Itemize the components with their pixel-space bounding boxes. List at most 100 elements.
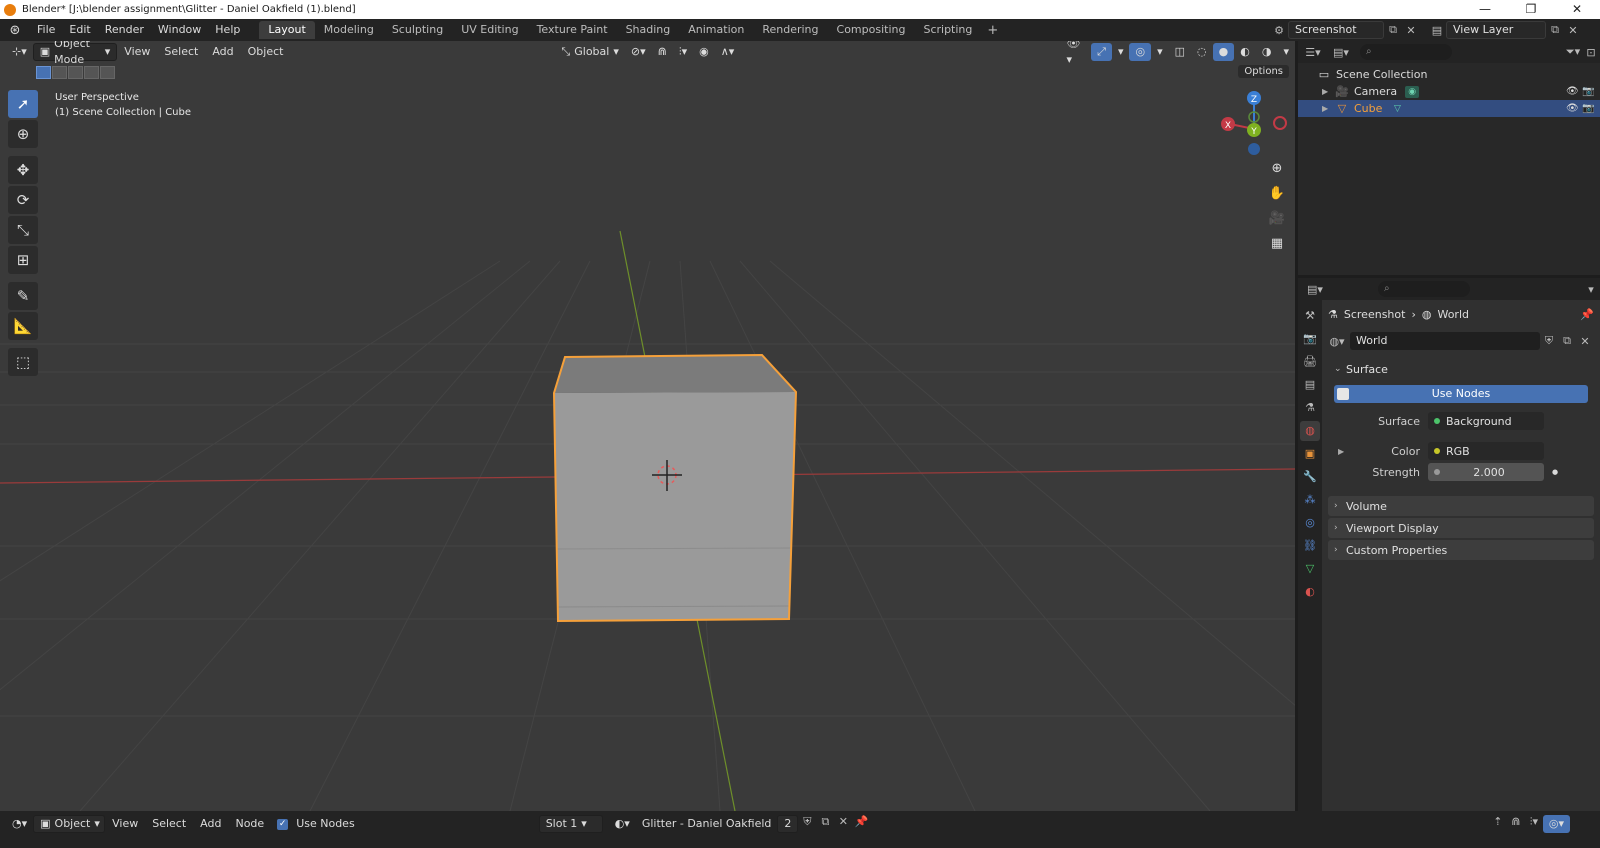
volume-panel-header[interactable]: › Volume	[1328, 496, 1594, 516]
blender-menu-icon[interactable]: ⊛	[0, 23, 30, 38]
keyframe-dot-icon[interactable]: ●	[1552, 468, 1558, 476]
material-browse-icon[interactable]: ◐▾	[609, 815, 636, 833]
expand-arrow-icon[interactable]: ▶	[1338, 447, 1344, 456]
chevron-down-icon[interactable]: ▾	[1582, 283, 1600, 296]
snap-dropdown[interactable]: ⫶▾	[673, 43, 693, 61]
visibility-dropdown[interactable]: 👁▾	[1061, 41, 1092, 66]
scene-icon[interactable]: ⚙	[1270, 24, 1288, 37]
cursor-tool[interactable]: ⊕	[8, 120, 38, 148]
viewport-menu-add[interactable]: Add	[205, 43, 240, 61]
select-invert-icon[interactable]	[84, 66, 99, 79]
view-layer-remove-icon[interactable]: ✕	[1564, 24, 1582, 37]
eye-icon[interactable]: 👁	[1566, 103, 1579, 114]
editor-type-icon[interactable]: ⊹▾	[6, 43, 33, 61]
scene-tab-icon[interactable]: ⚗	[1300, 398, 1320, 418]
rotate-tool[interactable]: ⟳	[8, 186, 38, 214]
outliner-root[interactable]: ▭ Scene Collection	[1298, 66, 1600, 83]
orientation-dropdown[interactable]: ⤡ Global ▾	[555, 43, 624, 61]
properties-editor-icon[interactable]: ▤▾	[1306, 283, 1324, 296]
tab-uv-editing[interactable]: UV Editing	[452, 21, 527, 39]
data-tab-icon[interactable]: ▽	[1300, 559, 1320, 579]
output-tab-icon[interactable]: 🖨	[1300, 352, 1320, 372]
menu-edit[interactable]: Edit	[62, 19, 97, 41]
select-intersect-icon[interactable]	[100, 66, 115, 79]
tab-animation[interactable]: Animation	[679, 21, 753, 39]
strength-field[interactable]: 2.000	[1428, 463, 1544, 481]
material-users-count[interactable]: 2	[777, 815, 799, 833]
move-tool[interactable]: ✥	[8, 156, 38, 184]
tab-modeling[interactable]: Modeling	[315, 21, 383, 39]
zoom-icon[interactable]: ⊕	[1266, 158, 1288, 180]
select-extend-icon[interactable]	[52, 66, 67, 79]
pivot-dropdown[interactable]: ⊘▾	[625, 43, 652, 61]
menu-render[interactable]: Render	[98, 19, 151, 41]
options-dropdown[interactable]: Options	[1238, 65, 1289, 78]
outliner-item-cube[interactable]: ▶ ▽ Cube ▽ 👁 📷	[1298, 100, 1600, 117]
unlink-icon[interactable]: ✕	[1576, 335, 1594, 348]
expand-arrow-icon[interactable]: ▶	[1322, 87, 1334, 96]
mesh-data-icon[interactable]: ▽	[1390, 103, 1404, 115]
tab-sculpting[interactable]: Sculpting	[383, 21, 452, 39]
fake-user-icon[interactable]: ⛨	[798, 815, 816, 829]
world-name-field[interactable]: World	[1350, 332, 1540, 350]
node-menu-view[interactable]: View	[105, 815, 145, 833]
fake-user-icon[interactable]: ⛨	[1540, 334, 1558, 348]
outliner-editor-icon[interactable]: ☰▾	[1304, 46, 1322, 59]
solid-shading-button[interactable]: ●	[1212, 43, 1235, 61]
node-menu-node[interactable]: Node	[228, 815, 271, 833]
camera-data-icon[interactable]: ◉	[1405, 85, 1420, 98]
close-button[interactable]: ✕	[1554, 0, 1600, 19]
object-tab-icon[interactable]: ▣	[1300, 444, 1320, 464]
unlink-icon[interactable]: ✕	[834, 815, 852, 828]
physics-tab-icon[interactable]: ◎	[1300, 513, 1320, 533]
gizmo-dropdown[interactable]: ▾	[1112, 43, 1130, 61]
proportional-edit-toggle[interactable]: ◉	[693, 43, 715, 61]
new-collection-icon[interactable]: ⊡	[1582, 46, 1600, 59]
tab-texture-paint[interactable]: Texture Paint	[528, 21, 617, 39]
viewport-display-panel-header[interactable]: › Viewport Display	[1328, 518, 1594, 538]
xray-toggle[interactable]: ◫	[1169, 43, 1191, 61]
view-layer-copy-icon[interactable]: ⧉	[1546, 23, 1564, 37]
eye-icon[interactable]: 👁	[1566, 86, 1579, 97]
viewport-menu-object[interactable]: Object	[241, 43, 291, 61]
node-menu-select[interactable]: Select	[145, 815, 193, 833]
tab-rendering[interactable]: Rendering	[753, 21, 827, 39]
add-cube-tool[interactable]: ⬚	[8, 348, 38, 376]
view-layer-field[interactable]: View Layer	[1446, 21, 1546, 39]
node-overlay-toggle[interactable]: ◎▾	[1542, 815, 1570, 833]
wireframe-shading-button[interactable]: ◌	[1191, 43, 1213, 61]
tab-shading[interactable]: Shading	[617, 21, 680, 39]
expand-arrow-icon[interactable]: ▶	[1322, 104, 1334, 113]
tab-compositing[interactable]: Compositing	[828, 21, 915, 39]
select-new-icon[interactable]	[36, 66, 51, 79]
shader-editor-type-icon[interactable]: ◔▾	[6, 815, 33, 833]
shader-type-dropdown[interactable]: ▣ Object ▾	[33, 815, 106, 833]
menu-help[interactable]: Help	[208, 19, 247, 41]
menu-window[interactable]: Window	[151, 19, 208, 41]
falloff-dropdown[interactable]: ∧▾	[715, 43, 741, 61]
shading-dropdown[interactable]: ▾	[1277, 43, 1295, 61]
restore-button[interactable]: ❐	[1508, 0, 1554, 19]
use-nodes-button[interactable]: Use Nodes	[1334, 385, 1588, 403]
render-tab-icon[interactable]: 📷	[1300, 329, 1320, 349]
viewport-menu-view[interactable]: View	[117, 43, 157, 61]
view-layer-tab-icon[interactable]: ▤	[1300, 375, 1320, 395]
outliner-search-input[interactable]: ⌕	[1360, 44, 1452, 60]
world-browse-icon[interactable]: ◍▾	[1328, 335, 1346, 348]
display-mode-icon[interactable]: ▤▾	[1332, 46, 1350, 59]
pan-hand-icon[interactable]: ✋	[1266, 183, 1288, 205]
custom-properties-panel-header[interactable]: › Custom Properties	[1328, 540, 1594, 560]
material-tab-icon[interactable]: ◐	[1300, 582, 1320, 602]
tab-layout[interactable]: Layout	[259, 21, 315, 39]
scene-remove-icon[interactable]: ✕	[1402, 24, 1420, 37]
scene-copy-icon[interactable]: ⧉	[1384, 23, 1402, 37]
material-slot-dropdown[interactable]: Slot 1 ▾	[538, 815, 603, 833]
material-shading-button[interactable]: ◐	[1234, 43, 1256, 61]
world-tab-icon[interactable]: ◍	[1300, 421, 1320, 441]
view-layer-icon[interactable]: ▤	[1428, 24, 1446, 37]
use-nodes-checkbox[interactable]: ✓ Use Nodes	[271, 815, 361, 833]
node-menu-add[interactable]: Add	[193, 815, 228, 833]
material-name-field[interactable]: Glitter - Daniel Oakfield	[636, 815, 778, 833]
duplicate-icon[interactable]: ⧉	[816, 815, 834, 829]
select-box-tool[interactable]: ➚	[8, 90, 38, 118]
